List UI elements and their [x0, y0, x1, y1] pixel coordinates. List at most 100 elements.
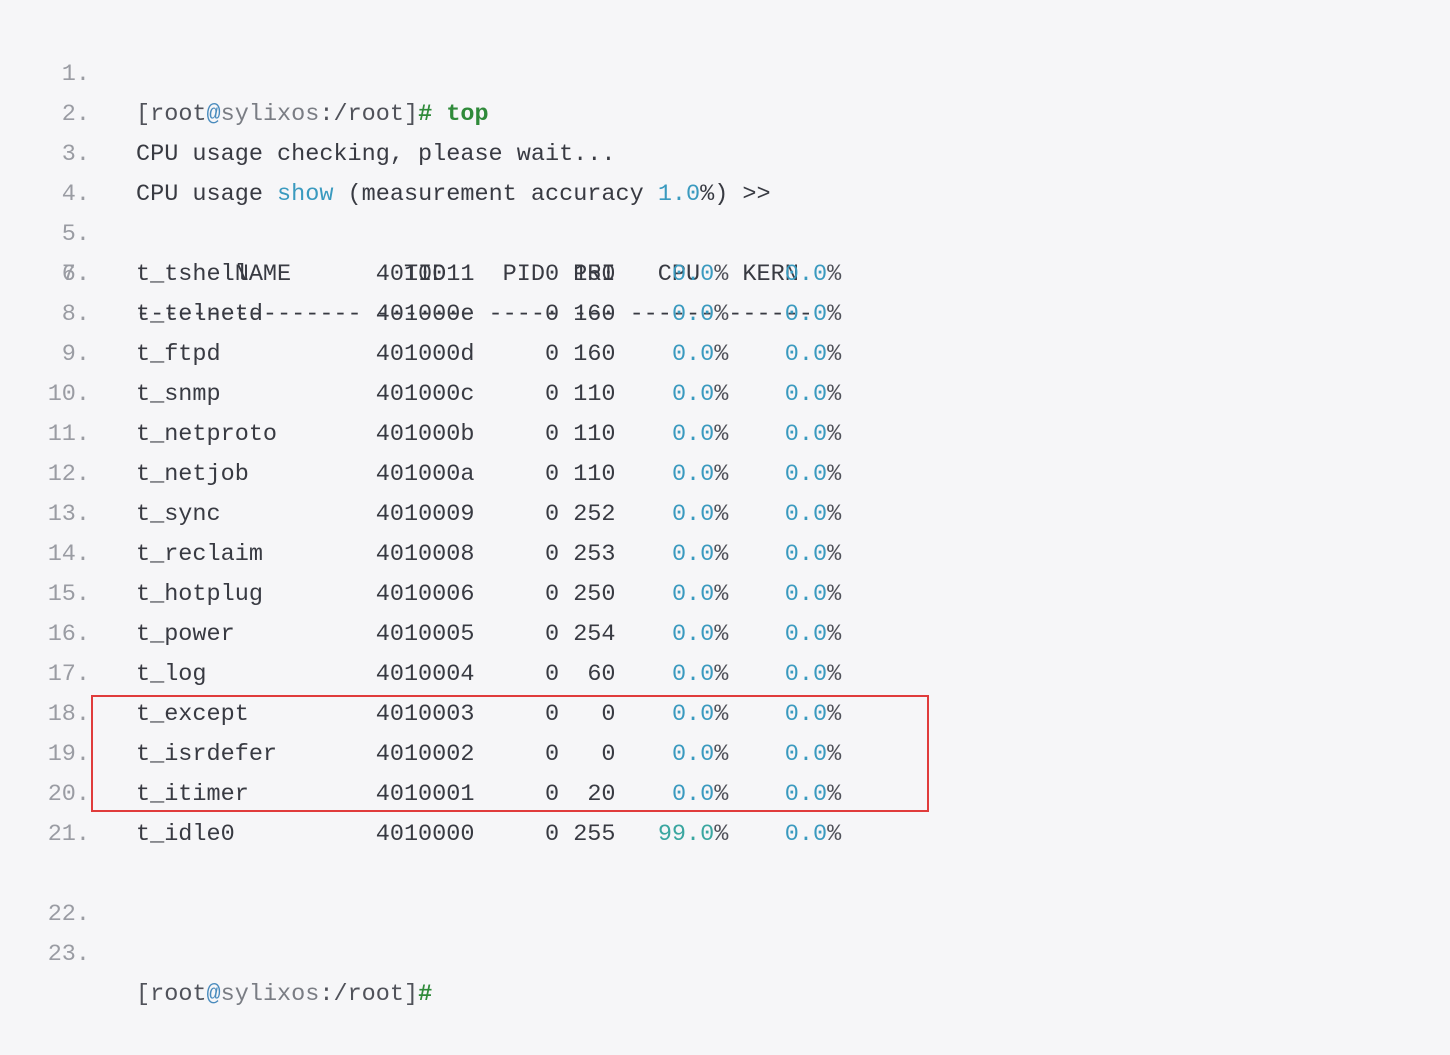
- percent-sign: %: [827, 581, 842, 608]
- cell-pri: 250: [573, 581, 616, 608]
- cell-name: t_netjob: [136, 461, 249, 488]
- cell-pri: 255: [573, 821, 616, 848]
- cell-kern: 0.0: [784, 341, 828, 368]
- percent-sign: %: [827, 821, 842, 848]
- cell-cpu: 0.0: [671, 661, 715, 688]
- percent-sign: %: [714, 421, 729, 448]
- cell-cpu: 0.0: [671, 621, 715, 648]
- cell-pid: 0: [545, 381, 560, 408]
- cell-cpu: 0.0: [671, 501, 715, 528]
- cell-tid: 401000c: [375, 381, 475, 408]
- line-number: 18.: [47, 701, 90, 728]
- cell-pri: 252: [573, 501, 616, 528]
- cell-pri: 110: [573, 461, 616, 488]
- row-text: t_log 4010004 0 60 0.0% 0.0%: [136, 655, 841, 695]
- percent-sign: %: [714, 341, 729, 368]
- cell-name: t_snmp: [136, 381, 221, 408]
- cell-pri: 254: [573, 621, 616, 648]
- row-text: t_reclaim 4010008 0 253 0.0% 0.0%: [136, 535, 841, 575]
- cell-name: t_ftpd: [136, 341, 221, 368]
- cell-kern: 0.0: [784, 501, 828, 528]
- cell-cpu: 0.0: [671, 461, 715, 488]
- table-row: 8. t_telnetd 401000e 0 160 0.0% 0.0%: [0, 295, 1450, 335]
- cell-name: t_power: [136, 621, 235, 648]
- cell-kern: 0.0: [784, 541, 828, 568]
- cell-pid: 0: [544, 461, 560, 488]
- prompt-line: [root@sylixos:/root]#: [136, 975, 432, 1015]
- prompt-host: sylixos: [220, 981, 320, 1008]
- cell-pid: 0: [545, 501, 560, 528]
- cell-pid: 0: [544, 421, 560, 448]
- line-number: 15.: [47, 581, 90, 608]
- percent-sign: %: [827, 541, 842, 568]
- code-line: 6. ---------------- ------- ----- --- --…: [0, 215, 1450, 328]
- cell-tid: 4010006: [375, 581, 475, 608]
- cell-kern: 0.0: [784, 381, 828, 408]
- line-number: 10.: [47, 381, 90, 408]
- cell-name: t_hotplug: [136, 581, 263, 608]
- percent-sign: %: [714, 301, 729, 328]
- percent-sign: %: [714, 621, 729, 648]
- percent-sign: %: [714, 541, 729, 568]
- percent-sign: %: [827, 421, 842, 448]
- line-number: 9.: [61, 341, 90, 368]
- row-text: t_netproto 401000b 0 110 0.0% 0.0%: [136, 415, 841, 455]
- cell-tid: 401000d: [375, 341, 475, 368]
- cell-pri: 110: [573, 381, 616, 408]
- cell-name: t_tshell: [136, 261, 249, 288]
- percent-sign: %: [827, 381, 842, 408]
- cell-pid: 0: [545, 341, 560, 368]
- cell-cpu: 0.0: [671, 541, 715, 568]
- cell-tid: 4010008: [375, 541, 475, 568]
- row-text: t_hotplug 4010006 0 250 0.0% 0.0%: [136, 575, 841, 615]
- line-number: 21.: [47, 821, 90, 848]
- line-number: 16.: [47, 621, 90, 648]
- cell-tid: 4010009: [375, 501, 475, 528]
- percent-sign: %: [714, 461, 729, 488]
- prompt-close: ]: [403, 981, 419, 1008]
- table-row: 13. t_sync 4010009 0 252 0.0% 0.0%: [0, 495, 1450, 535]
- table-row: 9. t_ftpd 401000d 0 160 0.0% 0.0%: [0, 335, 1450, 375]
- percent-sign: %: [714, 581, 729, 608]
- code-line: 2. CPU usage checking, please wait...: [0, 55, 1450, 168]
- cell-kern: 0.0: [784, 621, 828, 648]
- cell-tid: 4010004: [375, 661, 475, 688]
- line-number: 13.: [47, 501, 90, 528]
- cell-kern: 0.0: [784, 261, 828, 288]
- row-text: t_telnetd 401000e 0 160 0.0% 0.0%: [136, 295, 841, 335]
- line-number: 8.: [61, 301, 90, 328]
- percent-sign: %: [827, 261, 842, 288]
- cell-name: t_sync: [136, 501, 221, 528]
- cell-pri: 150: [573, 261, 616, 288]
- line-number: 12.: [47, 461, 90, 488]
- cell-kern: 0.0: [784, 461, 828, 488]
- cell-pid: 0: [544, 621, 560, 648]
- table-row: 7. t_tshell 4010011 0 150 0.0% 0.0%: [0, 255, 1450, 295]
- cell-tid: 401000e: [375, 301, 475, 328]
- row-text: t_tshell 4010011 0 150 0.0% 0.0%: [136, 255, 841, 295]
- code-line: 5. NAME TID PID PRI CPU KERN: [0, 175, 1450, 288]
- cell-pid: 0: [544, 541, 560, 568]
- cell-cpu: 99.0: [657, 821, 715, 848]
- cell-cpu: 0.0: [671, 381, 715, 408]
- percent-sign: %: [827, 341, 842, 368]
- cell-pri: 160: [573, 301, 616, 328]
- table-row: 16. t_power 4010005 0 254 0.0% 0.0%: [0, 615, 1450, 655]
- cell-name: t_reclaim: [136, 541, 263, 568]
- cell-tid: 4010005: [375, 621, 475, 648]
- cell-cpu: 0.0: [671, 301, 715, 328]
- row-text: t_snmp 401000c 0 110 0.0% 0.0%: [136, 375, 841, 415]
- prompt-path: :/root: [319, 981, 404, 1008]
- table-row: 15. t_hotplug 4010006 0 250 0.0% 0.0%: [0, 575, 1450, 615]
- line-number: 7.: [61, 261, 90, 288]
- percent-sign: %: [714, 661, 729, 688]
- cell-kern: 0.0: [784, 661, 828, 688]
- prompt-open: [: [136, 981, 151, 1008]
- code-line: 4.: [0, 135, 1450, 208]
- cell-pid: 0: [544, 821, 560, 848]
- cell-name: t_telnetd: [136, 301, 263, 328]
- table-row: 10. t_snmp 401000c 0 110 0.0% 0.0%: [0, 375, 1450, 415]
- table-row: 17. t_log 4010004 0 60 0.0% 0.0%: [0, 655, 1450, 695]
- code-line: 23. [root@sylixos:/root]#: [0, 895, 1450, 1008]
- cell-cpu: 0.0: [671, 261, 715, 288]
